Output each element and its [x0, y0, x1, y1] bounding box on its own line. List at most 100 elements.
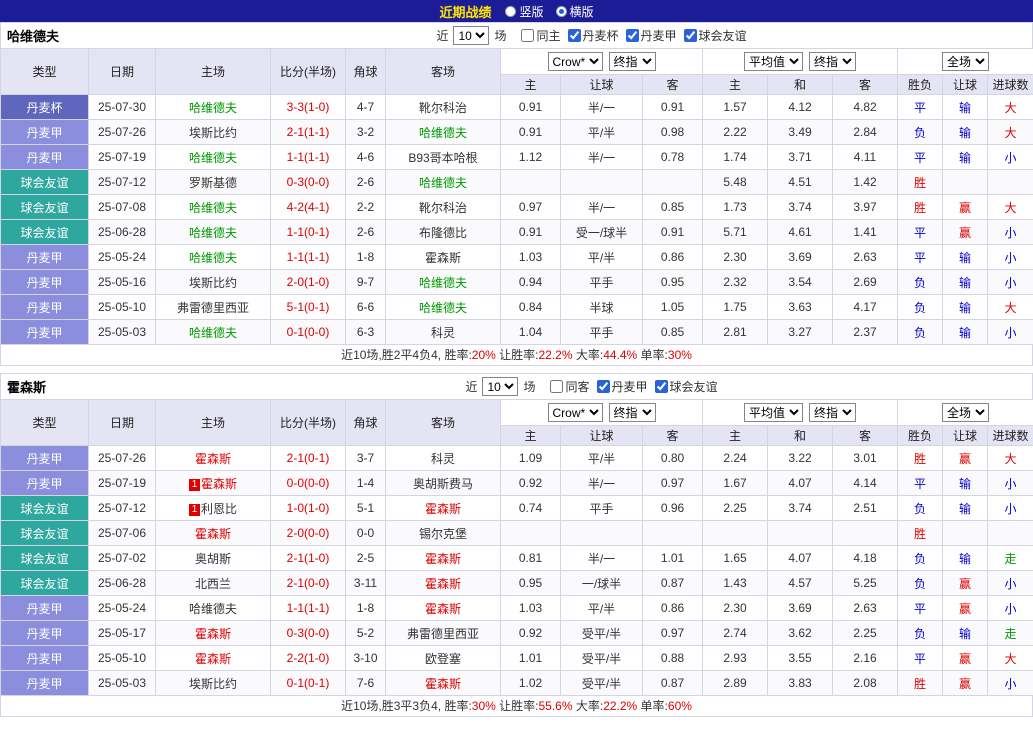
average-select[interactable]: 平均值 — [744, 52, 803, 71]
goals-result-cell: 小 — [987, 244, 1033, 270]
match-count-select[interactable]: 10 — [453, 26, 490, 45]
bookmaker-select[interactable]: Crow* — [547, 52, 603, 71]
home-cell: 哈维德夫 — [155, 319, 271, 345]
average-stage-select[interactable]: 终指 — [809, 403, 856, 422]
checkbox-input[interactable] — [683, 29, 697, 42]
score-link[interactable]: 0-1(0-0) — [270, 319, 346, 345]
home-team-link[interactable]: 弗雷德里西亚 — [177, 301, 249, 315]
home-team-link[interactable]: 哈维德夫 — [189, 226, 237, 240]
corners-cell: 4-7 — [345, 94, 386, 120]
home-team-link[interactable]: 奥胡斯 — [195, 552, 231, 566]
away-team-link[interactable]: 科灵 — [431, 452, 455, 466]
avg-home-cell: 2.74 — [702, 620, 768, 646]
home-team-link[interactable]: 利恩比 — [201, 502, 237, 516]
away-team-link[interactable]: 霍森斯 — [425, 677, 461, 691]
score-link[interactable]: 0-3(0-0) — [270, 169, 346, 195]
checkbox-input[interactable] — [550, 380, 564, 393]
scope-select[interactable]: 全场 — [942, 52, 990, 71]
away-team-link[interactable]: B93哥本哈根 — [408, 151, 477, 165]
away-cell: 霍森斯 — [385, 670, 501, 696]
score-link[interactable]: 3-3(1-0) — [270, 94, 346, 120]
checkbox-input[interactable] — [596, 380, 610, 393]
odds-stage-select[interactable]: 终指 — [608, 52, 656, 71]
home-team-link[interactable]: 埃斯比约 — [189, 677, 237, 691]
away-team-link[interactable]: 布隆德比 — [419, 226, 467, 240]
away-team-link[interactable]: 霍森斯 — [425, 602, 461, 616]
match-count-select[interactable]: 10 — [482, 377, 519, 396]
home-team-link[interactable]: 埃斯比约 — [189, 276, 237, 290]
odds-stage-select[interactable]: 终指 — [608, 403, 656, 422]
away-team-link[interactable]: 霍森斯 — [425, 577, 461, 591]
away-team-link[interactable]: 哈维德夫 — [419, 126, 467, 140]
score-link[interactable]: 2-2(1-0) — [270, 645, 346, 671]
home-team-link[interactable]: 罗斯基德 — [189, 176, 237, 190]
filter-bar: 近 10 场 同主 丹麦杯 丹麦甲 球会友谊 — [151, 26, 1032, 45]
score-link[interactable]: 5-1(0-1) — [270, 294, 346, 320]
goals-result-cell: 小 — [987, 269, 1033, 295]
away-team-link[interactable]: 靴尔科治 — [419, 101, 467, 115]
home-team-link[interactable]: 北西兰 — [195, 577, 231, 591]
checkbox-input[interactable] — [654, 380, 668, 393]
score-link[interactable]: 2-1(1-0) — [270, 545, 346, 571]
home-team-link[interactable]: 哈维德夫 — [189, 602, 237, 616]
score-link[interactable]: 2-1(0-0) — [270, 570, 346, 596]
away-team-link[interactable]: 科灵 — [431, 326, 455, 340]
average-stage-select[interactable]: 终指 — [809, 52, 856, 71]
away-team-link[interactable]: 欧登塞 — [425, 652, 461, 666]
home-team-link[interactable]: 霍森斯 — [195, 627, 231, 641]
layout-radio-竖版[interactable]: 竖版 — [505, 3, 544, 20]
away-team-link[interactable]: 奥胡斯费马 — [413, 477, 473, 491]
score-link[interactable]: 0-0(0-0) — [270, 470, 346, 496]
filter-checkbox-球会友谊[interactable]: 球会友谊 — [679, 27, 747, 44]
home-team-link[interactable]: 哈维德夫 — [189, 326, 237, 340]
filter-checkbox-同主[interactable]: 同主 — [516, 27, 561, 44]
score-link[interactable]: 0-1(0-1) — [270, 670, 346, 696]
home-team-link[interactable]: 哈维德夫 — [189, 251, 237, 265]
away-team-link[interactable]: 霍森斯 — [425, 251, 461, 265]
home-team-link[interactable]: 霍森斯 — [195, 527, 231, 541]
score-link[interactable]: 1-1(1-1) — [270, 244, 346, 270]
score-link[interactable]: 0-3(0-0) — [270, 620, 346, 646]
average-select[interactable]: 平均值 — [744, 403, 803, 422]
score-link[interactable]: 1-1(1-1) — [270, 144, 346, 170]
away-team-link[interactable]: 靴尔科治 — [419, 201, 467, 215]
home-team-link[interactable]: 哈维德夫 — [189, 201, 237, 215]
date-cell: 25-05-03 — [88, 670, 156, 696]
home-team-link[interactable]: 霍森斯 — [195, 652, 231, 666]
checkbox-input[interactable] — [521, 29, 535, 42]
filter-checkbox-丹麦杯[interactable]: 丹麦杯 — [563, 27, 619, 44]
bookmaker-select[interactable]: Crow* — [547, 403, 603, 422]
filter-checkbox-丹麦甲[interactable]: 丹麦甲 — [592, 378, 648, 395]
away-team-link[interactable]: 锡尔克堡 — [419, 527, 467, 541]
away-team-link[interactable]: 霍森斯 — [425, 502, 461, 516]
home-team-link[interactable]: 埃斯比约 — [189, 126, 237, 140]
away-team-link[interactable]: 哈维德夫 — [419, 176, 467, 190]
home-team-link[interactable]: 哈维德夫 — [189, 101, 237, 115]
games-label: 场 — [494, 29, 507, 43]
score-link[interactable]: 2-1(0-1) — [270, 445, 346, 471]
score-link[interactable]: 2-1(1-1) — [270, 119, 346, 145]
match-row: 丹麦甲 25-05-03 哈维德夫 0-1(0-0) 6-3 科灵 1.04 平手 0.85 2.… — [0, 319, 1033, 345]
home-team-link[interactable]: 哈维德夫 — [189, 151, 237, 165]
home-team-link[interactable]: 霍森斯 — [195, 452, 231, 466]
score-link[interactable]: 1-1(0-1) — [270, 219, 346, 245]
filter-checkbox-球会友谊[interactable]: 球会友谊 — [650, 378, 718, 395]
odds-home-cell — [500, 520, 561, 546]
scope-select[interactable]: 全场 — [942, 403, 990, 422]
away-team-link[interactable]: 霍森斯 — [425, 552, 461, 566]
away-team-link[interactable]: 哈维德夫 — [419, 276, 467, 290]
score-link[interactable]: 4-2(4-1) — [270, 194, 346, 220]
odds-home-cell: 0.84 — [500, 294, 561, 320]
checkbox-input[interactable] — [567, 29, 581, 42]
score-link[interactable]: 2-0(0-0) — [270, 520, 346, 546]
score-link[interactable]: 2-0(1-0) — [270, 269, 346, 295]
away-team-link[interactable]: 弗雷德里西亚 — [407, 627, 479, 641]
home-team-link[interactable]: 霍森斯 — [201, 477, 237, 491]
filter-checkbox-同客[interactable]: 同客 — [545, 378, 590, 395]
away-team-link[interactable]: 哈维德夫 — [419, 301, 467, 315]
score-link[interactable]: 1-1(1-1) — [270, 595, 346, 621]
filter-checkbox-丹麦甲[interactable]: 丹麦甲 — [621, 27, 677, 44]
checkbox-input[interactable] — [625, 29, 639, 42]
layout-radio-横版[interactable]: 横版 — [555, 3, 594, 20]
score-link[interactable]: 1-0(1-0) — [270, 495, 346, 521]
